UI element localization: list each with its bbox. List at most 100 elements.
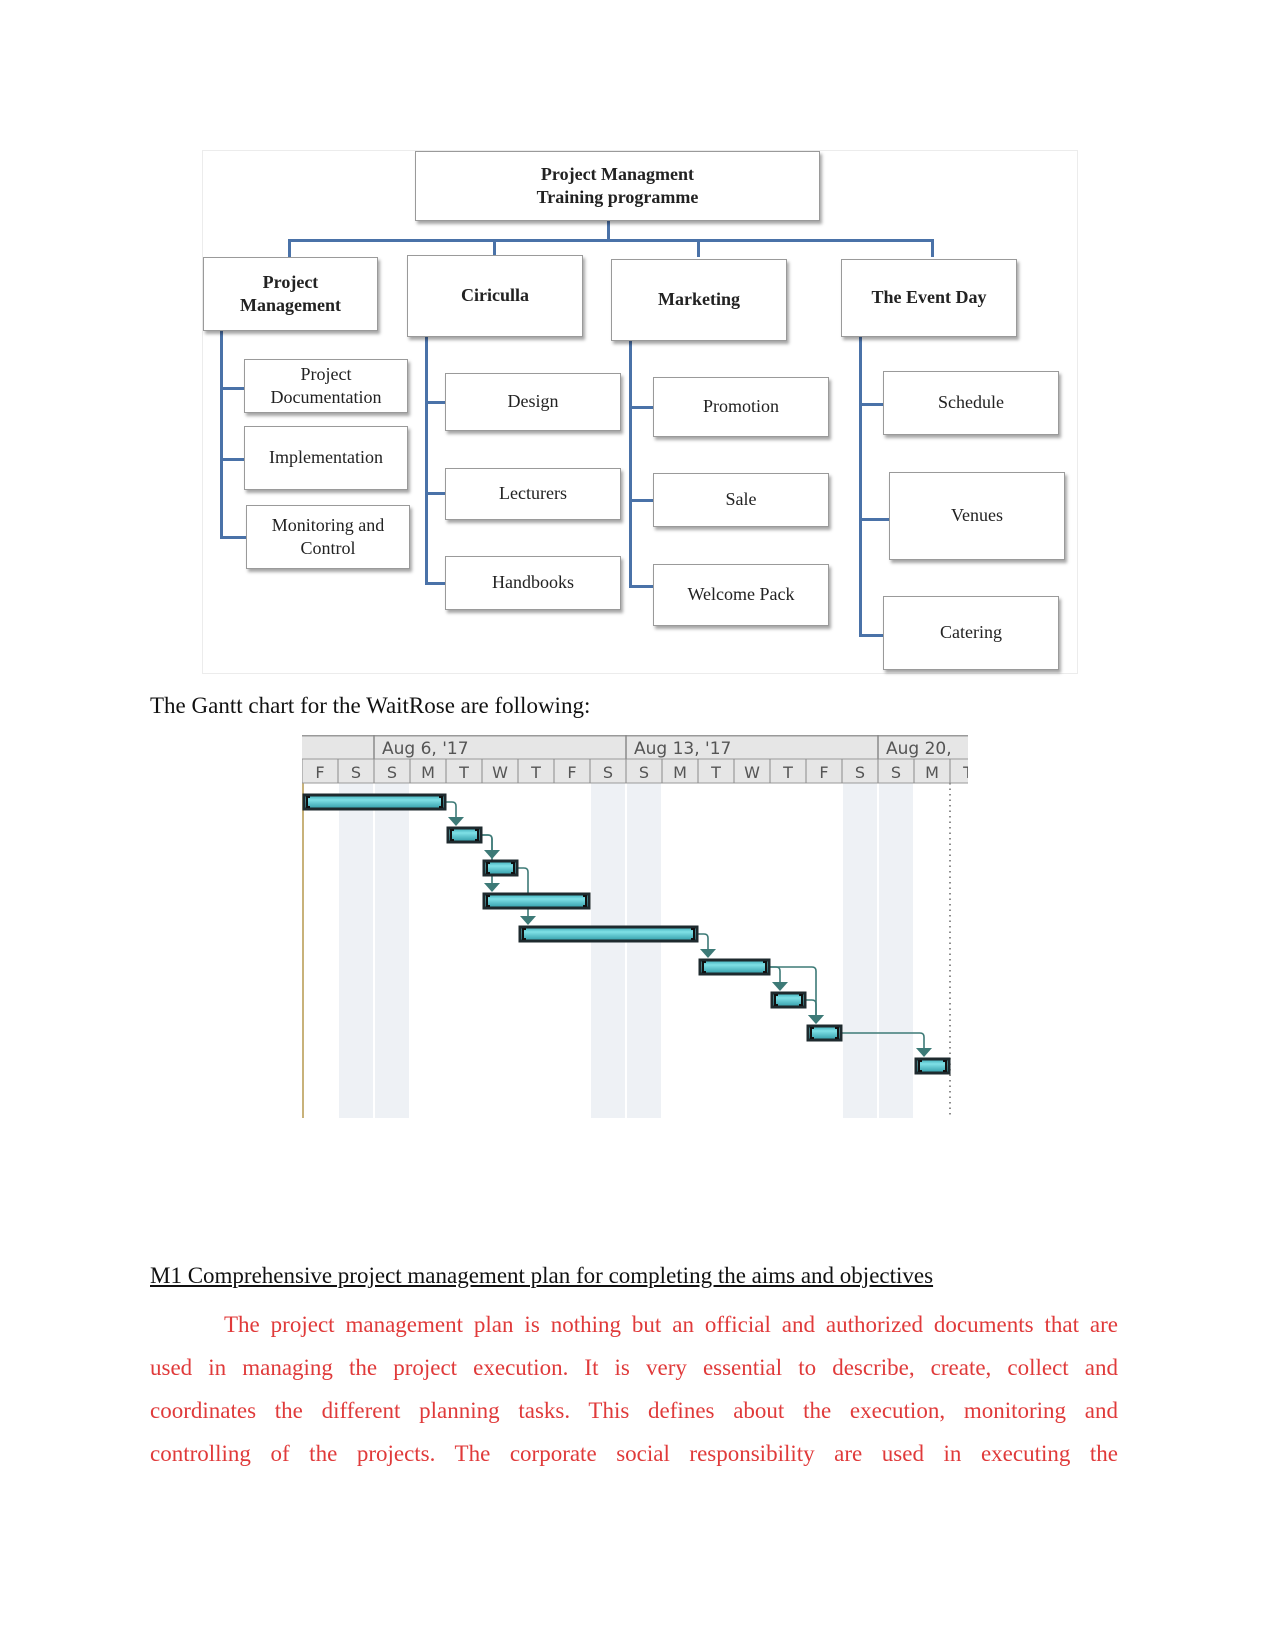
day-label: T <box>962 763 968 782</box>
dependency-arrow <box>448 817 464 826</box>
connector <box>288 239 934 242</box>
task-bar <box>482 892 591 910</box>
dependency-arrow <box>520 916 536 925</box>
dependency-arrow <box>772 982 788 991</box>
nonworking-day-shade <box>627 783 661 1118</box>
connector <box>425 492 445 495</box>
body-line: used in managing the project execution. … <box>150 1355 1118 1380</box>
leaf-label: Lecturers <box>499 483 567 504</box>
day-label: M <box>421 763 435 782</box>
leaf-label: Handbooks <box>492 572 574 593</box>
connector <box>629 585 653 588</box>
week-label: Aug 6, '17 <box>382 739 469 759</box>
dependency-arrow <box>484 883 500 892</box>
dependency-arrow <box>916 1048 932 1057</box>
gantt-chart: Aug 6, '17 Aug 13, '17 Aug 20, F S S M T W T F S S M T… <box>302 735 968 1118</box>
day-label: F <box>315 763 324 782</box>
leaf-label: Sale <box>725 489 757 510</box>
wbs-leaf-welcome-pack: Welcome Pack <box>653 564 829 626</box>
wbs-branch-event-day: The Event Day <box>841 259 1017 337</box>
wbs-branch-marketing: Marketing <box>611 259 787 341</box>
branch-title-line: Project <box>262 271 319 292</box>
wbs-root-line-1: Project Managment <box>540 163 695 184</box>
wbs-leaf-venues: Venues <box>889 472 1065 560</box>
day-label: S <box>891 763 901 782</box>
section-heading: M1 Comprehensive project management plan… <box>150 1263 934 1288</box>
day-label: T <box>710 763 721 782</box>
wbs-leaf-design: Design <box>445 373 621 431</box>
day-label: W <box>744 763 760 782</box>
dependency-arrow <box>808 1015 824 1024</box>
connector <box>629 499 653 502</box>
body-line: controlling of the projects. The corpora… <box>150 1441 1118 1466</box>
branch-title-line: Ciriculla <box>461 285 529 306</box>
connector <box>425 582 445 585</box>
connector <box>493 239 496 255</box>
leaf-label: Promotion <box>702 396 779 417</box>
wbs-leaf-promotion: Promotion <box>653 377 829 437</box>
leaf-label: Welcome Pack <box>687 584 795 605</box>
leaf-label: Design <box>507 391 559 412</box>
day-label: F <box>567 763 576 782</box>
connector <box>859 337 862 637</box>
wbs-branch-ciriculla: Ciriculla <box>407 255 583 337</box>
connector <box>220 331 223 539</box>
leaf-label: Monitoring and <box>271 514 385 535</box>
connector <box>859 634 883 637</box>
dependency-arrow <box>700 949 716 958</box>
connector <box>859 518 889 521</box>
task-bar <box>302 793 447 811</box>
nonworking-day-shade <box>591 783 625 1118</box>
task-bar <box>698 958 771 976</box>
day-label: M <box>673 763 687 782</box>
wbs-leaf-sale: Sale <box>653 473 829 527</box>
week-label: Aug 20, <box>886 739 952 759</box>
task-bar <box>518 925 699 943</box>
leaf-label: Project <box>300 363 352 384</box>
week-label: Aug 13, '17 <box>634 739 731 759</box>
leaf-label: Control <box>300 538 356 558</box>
body-line: coordinates the different planning tasks… <box>150 1398 1118 1423</box>
day-label: T <box>530 763 541 782</box>
connector <box>425 401 445 404</box>
leaf-label: Catering <box>940 622 1002 643</box>
connector <box>697 239 700 257</box>
body-paragraph: The project management plan is nothing b… <box>150 1303 1118 1475</box>
connector <box>931 239 934 257</box>
wbs-branch-project-management: Project Management <box>203 257 378 331</box>
connector <box>859 403 883 406</box>
day-label: F <box>819 763 828 782</box>
wbs-root-line-2: Training programme <box>536 187 699 207</box>
connector <box>425 337 428 585</box>
wbs-root-node: Project Managment Training programme <box>415 151 820 221</box>
connector <box>288 239 291 257</box>
wbs-leaf-schedule: Schedule <box>883 371 1059 435</box>
body-line: The project management plan is nothing b… <box>224 1312 1118 1337</box>
wbs-leaf-handbooks: Handbooks <box>445 556 621 610</box>
connector <box>220 458 244 461</box>
wbs-leaf-lecturers: Lecturers <box>445 468 621 520</box>
connector <box>629 406 653 409</box>
nonworking-day-shade <box>843 783 877 1118</box>
nonworking-day-shade <box>339 783 373 1118</box>
connector <box>220 536 246 539</box>
wbs-leaf-project-documentation: Project Documentation <box>244 359 408 413</box>
day-label: S <box>603 763 613 782</box>
nonworking-day-shade <box>375 783 409 1118</box>
branch-title-line: Marketing <box>658 289 740 310</box>
wbs-leaf-implementation: Implementation <box>244 426 408 490</box>
branch-title-line: Management <box>240 295 341 315</box>
day-label: S <box>855 763 865 782</box>
branch-title-line: The Event Day <box>871 287 987 308</box>
gantt-caption: The Gantt chart for the WaitRose are fol… <box>150 693 591 718</box>
connector <box>220 387 244 390</box>
wbs-diagram: Project Managment Training programme Proj… <box>202 150 1078 674</box>
leaf-label: Schedule <box>938 392 1004 413</box>
day-label: M <box>925 763 939 782</box>
connector <box>629 341 632 588</box>
leaf-label: Implementation <box>269 447 383 468</box>
gantt-svg: Aug 6, '17 Aug 13, '17 Aug 20, F S S M T W T F S S M T… <box>302 735 968 1118</box>
wbs-leaf-monitoring-control: Monitoring and Control <box>246 505 410 569</box>
day-label: S <box>351 763 361 782</box>
day-label: S <box>387 763 397 782</box>
